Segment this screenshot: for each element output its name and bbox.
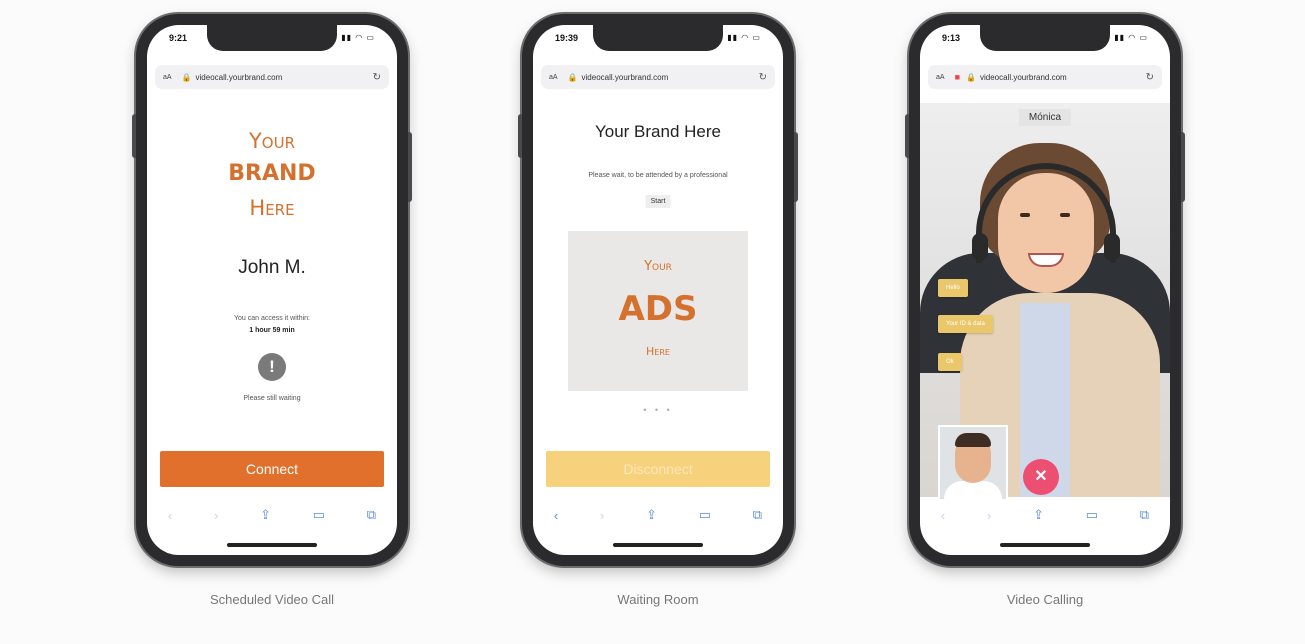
lock-icon: 🔒 xyxy=(181,72,192,82)
status-icons: ▮▮ ◠ ▭ xyxy=(727,33,761,42)
caption-waiting-room: Waiting Room xyxy=(617,592,699,607)
ads-line-2: ADS xyxy=(618,289,698,329)
loading-dots: • • • xyxy=(643,405,673,415)
pip-body xyxy=(944,481,1002,499)
phone-screen: 9:21 ▮▮ ◠ ▭ aA 🔒 videocall.yourbrand.com… xyxy=(147,25,397,555)
earpiece-left xyxy=(972,233,988,261)
reload-icon[interactable]: ↻ xyxy=(373,72,381,83)
reload-icon[interactable]: ↻ xyxy=(1146,72,1154,83)
home-indicator xyxy=(1000,543,1090,547)
camera-icon: ■ xyxy=(954,72,960,82)
status-icons: ▮▮ ◠ ▭ xyxy=(341,33,375,42)
address-bar[interactable]: aA 🔒 videocall.yourbrand.com ↻ xyxy=(155,65,389,89)
wait-text: Please wait, to be attended by a profess… xyxy=(588,172,728,179)
back-icon[interactable]: ‹ xyxy=(941,508,945,523)
reload-icon[interactable]: ↻ xyxy=(759,72,767,83)
notch xyxy=(593,25,723,51)
hangup-button[interactable]: ✕ xyxy=(1023,459,1059,495)
chat-chip[interactable]: Ok xyxy=(938,353,962,371)
status-icons: ▮▮ ◠ ▭ xyxy=(1114,33,1148,42)
text-size-icon[interactable]: aA xyxy=(163,74,172,81)
back-icon[interactable]: ‹ xyxy=(554,508,558,523)
notch xyxy=(207,25,337,51)
connect-button[interactable]: Connect xyxy=(160,451,384,487)
caption-video-calling: Video Calling xyxy=(1006,592,1084,607)
forward-icon[interactable]: › xyxy=(214,508,218,523)
brand-line-2: BRAND xyxy=(228,161,316,186)
access-label: You can access it within: xyxy=(233,315,310,322)
text-size-icon[interactable]: aA xyxy=(936,74,945,81)
browser-toolbar: ‹ › ⇪ ▭ ⧉ xyxy=(147,501,397,529)
address-bar[interactable]: aA 🔒 videocall.yourbrand.com ↻ xyxy=(541,65,775,89)
browser-toolbar: ‹ › ⇪ ▭ ⧉ xyxy=(920,501,1170,529)
tabs-icon[interactable]: ⧉ xyxy=(1140,507,1149,523)
caller-name: Mónica xyxy=(1018,109,1072,126)
text-size-icon[interactable]: aA xyxy=(549,74,558,81)
ads-placeholder: Your ADS Here xyxy=(568,231,748,391)
url-text: videocall.yourbrand.com xyxy=(979,72,1067,82)
disconnect-button[interactable]: Disconnect xyxy=(546,451,770,487)
waiting-text: Please still waiting xyxy=(243,395,301,402)
home-indicator xyxy=(613,543,703,547)
address-bar[interactable]: aA ■ 🔒 videocall.yourbrand.com ↻ xyxy=(928,65,1162,89)
status-time: 9:21 xyxy=(169,33,188,43)
browser-toolbar: ‹ › ⇪ ▭ ⧉ xyxy=(533,501,783,529)
chat-chip[interactable]: Hello xyxy=(938,279,968,297)
exclamation-icon: ! xyxy=(258,353,286,381)
notch xyxy=(980,25,1110,51)
caption-scheduled-call: Scheduled Video Call xyxy=(209,592,335,607)
bookmarks-icon[interactable]: ▭ xyxy=(313,507,325,523)
phone-scheduled-call: 9:21 ▮▮ ◠ ▭ aA 🔒 videocall.yourbrand.com… xyxy=(132,14,412,566)
pip-hair xyxy=(955,433,991,447)
share-icon[interactable]: ⇪ xyxy=(646,507,657,523)
brand-title: Your Brand Here xyxy=(594,122,721,141)
url-text: videocall.yourbrand.com xyxy=(581,72,669,82)
status-time: 9:13 xyxy=(942,33,961,43)
lock-icon: 🔒 xyxy=(567,72,578,82)
chat-chip[interactable]: Your ID & data xyxy=(938,315,993,333)
url-text: videocall.yourbrand.com xyxy=(195,72,283,82)
forward-icon[interactable]: › xyxy=(987,508,991,523)
tabs-icon[interactable]: ⧉ xyxy=(753,507,762,523)
bookmarks-icon[interactable]: ▭ xyxy=(699,507,711,523)
back-icon[interactable]: ‹ xyxy=(168,508,172,523)
self-video-thumbnail[interactable] xyxy=(938,425,1008,501)
user-name: John M. xyxy=(238,257,306,278)
ads-line-3: Here xyxy=(646,345,670,358)
phone-video-calling: 9:13 ▮▮ ◠ ▭ aA ■ 🔒 videocall.yourbrand.c… xyxy=(905,14,1185,566)
share-icon[interactable]: ⇪ xyxy=(1033,507,1044,523)
lock-icon: 🔒 xyxy=(966,72,976,82)
forward-icon[interactable]: › xyxy=(600,508,604,523)
phone-screen: 19:39 ▮▮ ◠ ▭ aA 🔒 videocall.yourbrand.co… xyxy=(533,25,783,555)
earpiece-right xyxy=(1104,233,1120,261)
home-indicator xyxy=(227,543,317,547)
phone-screen: 9:13 ▮▮ ◠ ▭ aA ■ 🔒 videocall.yourbrand.c… xyxy=(920,25,1170,555)
brand-line-1: Your xyxy=(248,129,296,153)
phone-waiting-room: 19:39 ▮▮ ◠ ▭ aA 🔒 videocall.yourbrand.co… xyxy=(518,14,798,566)
ads-line-1: Your xyxy=(644,259,672,274)
access-time: 1 hour 59 min xyxy=(249,327,295,334)
bookmarks-icon[interactable]: ▭ xyxy=(1086,507,1098,523)
status-time: 19:39 xyxy=(555,33,579,43)
tabs-icon[interactable]: ⧉ xyxy=(367,507,376,523)
share-icon[interactable]: ⇪ xyxy=(260,507,271,523)
start-tag: Start xyxy=(645,195,671,208)
brand-line-3: Here xyxy=(249,196,295,220)
